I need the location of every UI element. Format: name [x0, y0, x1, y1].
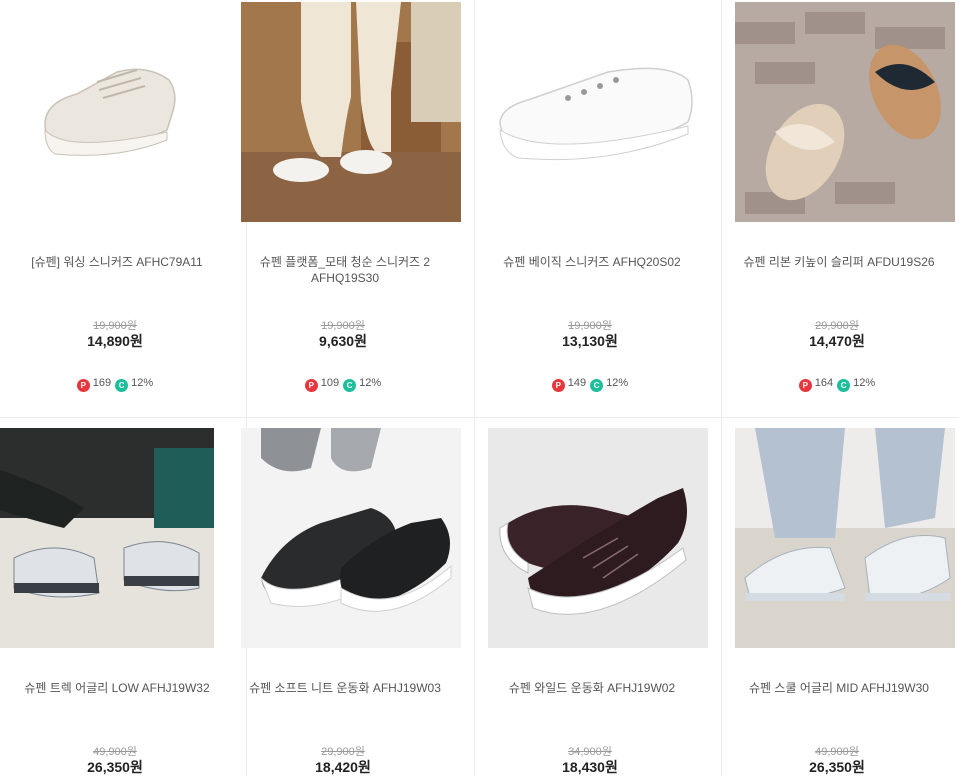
- sale-price: 26,350원: [87, 759, 143, 775]
- point-value: 164: [814, 377, 834, 389]
- benefit-row: P 149 C 12%: [475, 377, 705, 392]
- benefit-row: P 164 C 12%: [722, 377, 952, 392]
- product-grid: [슈펜] 워싱 스니커즈 AFHC79A11 19,900원 14,890원 P…: [0, 0, 959, 776]
- point-icon: P: [76, 379, 90, 392]
- coupon-icon: C: [837, 379, 851, 392]
- coupon-icon: C: [590, 379, 604, 392]
- product-card[interactable]: 슈펜 스쿨 어글리 MID AFHJ19W30 49,900원 26,350원: [722, 418, 959, 776]
- sale-price: 14,470원: [809, 333, 865, 349]
- benefit-row: P 109 C 12%: [228, 377, 458, 392]
- coupon-icon: C: [115, 379, 129, 392]
- product-image[interactable]: [7, 2, 227, 222]
- point-icon: P: [551, 379, 565, 392]
- product-image[interactable]: [488, 2, 708, 222]
- product-card[interactable]: 슈펜 플랫폼_모태 청순 스니커즈 2 AFHQ19S30 19,900원 9,…: [228, 0, 475, 418]
- product-card[interactable]: 슈펜 소프트 니트 운동화 AFHJ19W03 29,900원 18,420원: [228, 418, 475, 776]
- benefit-row: P 169 C 12%: [0, 377, 230, 392]
- product-name[interactable]: 슈펜 소프트 니트 운동화 AFHJ19W03: [240, 680, 450, 696]
- sale-price: 13,130원: [562, 333, 618, 349]
- product-image[interactable]: [241, 2, 461, 222]
- product-name[interactable]: 슈펜 플랫폼_모태 청순 스니커즈 2 AFHQ19S30: [240, 254, 450, 286]
- sale-price: 9,630원: [319, 333, 367, 349]
- sale-price: 26,350원: [809, 759, 865, 775]
- point-value: 169: [92, 377, 112, 389]
- product-image[interactable]: [735, 428, 955, 648]
- product-name[interactable]: 슈펜 트렉 어글리 LOW AFHJ19W32: [12, 680, 222, 696]
- product-card[interactable]: 슈펜 트렉 어글리 LOW AFHJ19W32 49,900원 26,350원: [0, 418, 247, 776]
- discount-rate: 12%: [131, 377, 154, 389]
- product-image[interactable]: [488, 428, 708, 648]
- point-value: 109: [320, 377, 340, 389]
- product-name[interactable]: 슈펜 베이직 스니커즈 AFHQ20S02: [487, 254, 697, 270]
- product-name[interactable]: 슈펜 리본 키높이 슬리퍼 AFDU19S26: [734, 254, 944, 270]
- sale-price: 14,890원: [87, 333, 143, 349]
- product-image[interactable]: [735, 2, 955, 222]
- point-icon: P: [304, 379, 318, 392]
- product-card[interactable]: 슈펜 리본 키높이 슬리퍼 AFDU19S26 29,900원 14,470원 …: [722, 0, 959, 418]
- product-image[interactable]: [241, 428, 461, 648]
- product-image[interactable]: [0, 428, 214, 648]
- product-name[interactable]: 슈펜 와일드 운동화 AFHJ19W02: [487, 680, 697, 696]
- sale-price: 18,430원: [562, 759, 618, 775]
- coupon-icon: C: [343, 379, 357, 392]
- sale-price: 18,420원: [315, 759, 371, 775]
- product-card[interactable]: 슈펜 와일드 운동화 AFHJ19W02 34,900원 18,430원: [475, 418, 722, 776]
- product-card[interactable]: [슈펜] 워싱 스니커즈 AFHC79A11 19,900원 14,890원 P…: [0, 0, 247, 418]
- point-icon: P: [798, 379, 812, 392]
- product-name[interactable]: 슈펜 스쿨 어글리 MID AFHJ19W30: [734, 680, 944, 696]
- discount-rate: 12%: [606, 377, 629, 389]
- point-value: 149: [567, 377, 587, 389]
- discount-rate: 12%: [359, 377, 382, 389]
- product-name[interactable]: [슈펜] 워싱 스니커즈 AFHC79A11: [12, 254, 222, 270]
- product-card[interactable]: 슈펜 베이직 스니커즈 AFHQ20S02 19,900원 13,130원 P1…: [475, 0, 722, 418]
- discount-rate: 12%: [853, 377, 876, 389]
